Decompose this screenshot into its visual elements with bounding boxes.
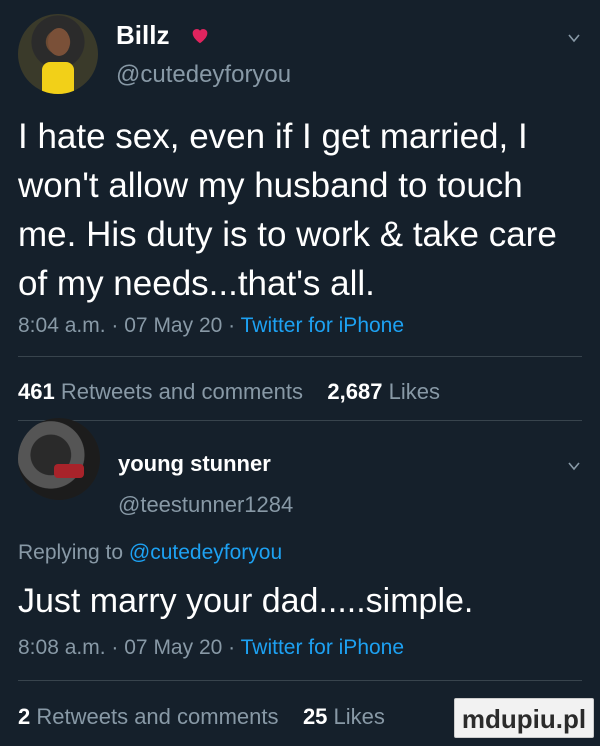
reply-stats: 2 Retweets and comments 25 Likes bbox=[18, 704, 385, 730]
replying-to: Replying to @cutedeyforyou bbox=[18, 541, 282, 565]
reply-source[interactable]: Twitter for iPhone bbox=[241, 636, 404, 659]
reply-date: 07 May 20 bbox=[124, 636, 223, 659]
meta-separator: · bbox=[111, 636, 119, 659]
tweet-date: 07 May 20 bbox=[124, 314, 223, 337]
reply-avatar[interactable] bbox=[18, 418, 100, 500]
reply-retweets-count[interactable]: 2 bbox=[18, 704, 30, 729]
tweet-time: 8:04 a.m. bbox=[18, 314, 106, 337]
handle[interactable]: @cutedeyforyou bbox=[116, 61, 291, 89]
reply-handle[interactable]: @teestunner1284 bbox=[118, 492, 293, 518]
display-name[interactable]: Billz bbox=[116, 20, 169, 51]
meta-separator: · bbox=[111, 314, 119, 337]
tweet-source[interactable]: Twitter for iPhone bbox=[241, 314, 404, 337]
replying-label: Replying to bbox=[18, 541, 124, 564]
reply-text: Just marry your dad.....simple. bbox=[18, 582, 474, 620]
retweets-label[interactable]: Retweets and comments bbox=[61, 379, 303, 404]
divider bbox=[18, 420, 582, 421]
tweet-header: Billz @cutedeyforyou bbox=[18, 14, 582, 100]
divider bbox=[18, 680, 582, 681]
likes-label[interactable]: Likes bbox=[389, 379, 440, 404]
reply-time: 8:08 a.m. bbox=[18, 636, 106, 659]
retweets-count[interactable]: 461 bbox=[18, 379, 55, 404]
meta-separator: · bbox=[228, 636, 236, 659]
divider bbox=[18, 356, 582, 357]
chevron-down-icon[interactable] bbox=[566, 458, 582, 474]
tweet-meta: 8:04 a.m. · 07 May 20 · Twitter for iPho… bbox=[18, 314, 404, 338]
tweet-text: I hate sex, even if I get married, I won… bbox=[18, 117, 557, 303]
avatar[interactable] bbox=[18, 14, 98, 94]
replying-mention[interactable]: @cutedeyforyou bbox=[129, 541, 282, 564]
reply-meta: 8:08 a.m. · 07 May 20 · Twitter for iPho… bbox=[18, 636, 404, 660]
reply-display-name[interactable]: young stunner bbox=[118, 451, 271, 477]
reply-likes-count[interactable]: 25 bbox=[303, 704, 327, 729]
chevron-down-icon[interactable] bbox=[566, 30, 582, 46]
heart-icon bbox=[192, 29, 208, 44]
watermark-logo: mdupiu.pl bbox=[454, 698, 594, 738]
tweet-stats: 461 Retweets and comments 2,687 Likes bbox=[18, 379, 440, 405]
meta-separator: · bbox=[228, 314, 236, 337]
likes-count[interactable]: 2,687 bbox=[327, 379, 382, 404]
reply-retweets-label[interactable]: Retweets and comments bbox=[36, 704, 278, 729]
reply-likes-label[interactable]: Likes bbox=[334, 704, 385, 729]
